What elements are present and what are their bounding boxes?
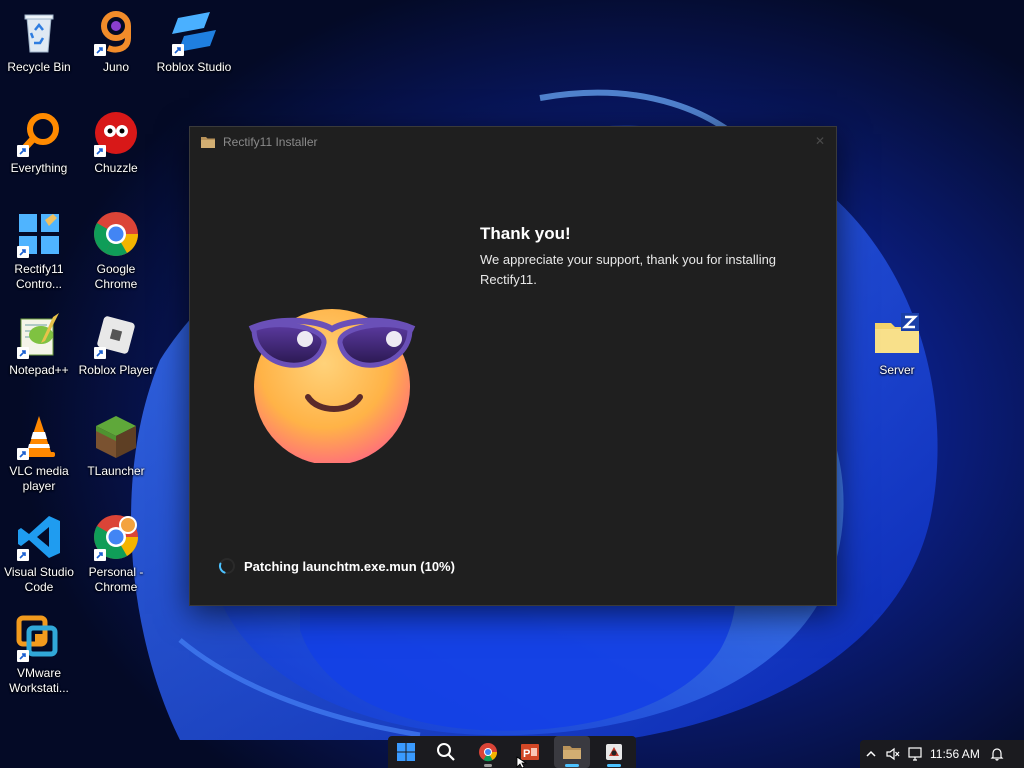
clock-time[interactable]: 11:56 AM <box>930 747 980 761</box>
desktop-icon-personal-chrome[interactable]: Personal - Chrome <box>78 513 154 595</box>
icon-label: Personal - Chrome <box>88 565 144 594</box>
notifications-button[interactable] <box>986 740 1008 768</box>
icon-label: Everything <box>10 161 68 175</box>
vmware-icon <box>15 614 63 662</box>
chrome-profile-icon <box>92 513 140 561</box>
support-message: We appreciate your support, thank you fo… <box>480 252 777 287</box>
desktop-icon-notepad-plus-plus[interactable]: Notepad++ <box>1 311 77 378</box>
shortcut-arrow-icon <box>17 145 29 157</box>
taskbar-center: P <box>388 736 636 768</box>
show-hidden-icons-button[interactable] <box>860 740 882 768</box>
icon-label: Juno <box>102 60 130 74</box>
shortcut-arrow-icon <box>94 347 106 359</box>
shortcut-arrow-icon <box>17 347 29 359</box>
icon-label: Google Chrome <box>94 262 138 291</box>
juno-icon <box>92 8 140 56</box>
everything-search-icon <box>15 109 63 157</box>
sunglasses-emoji-icon <box>248 309 416 463</box>
vlc-cone-icon <box>15 412 63 460</box>
shortcut-arrow-icon <box>94 44 106 56</box>
desktop-icon-rectify11-control[interactable]: Rectify11 Contro... <box>1 210 77 292</box>
icon-label: VLC media player <box>9 464 69 493</box>
shortcut-arrow-icon <box>94 145 106 157</box>
window-titlebar[interactable]: Rectify11 Installer <box>190 127 836 157</box>
installer-app-icon <box>201 137 215 148</box>
desktop-icon-tlauncher[interactable]: TLauncher <box>78 412 154 479</box>
volume-button[interactable] <box>882 740 904 768</box>
icon-label: Visual Studio Code <box>4 565 74 594</box>
desktop-icon-vlc[interactable]: VLC media player <box>1 412 77 494</box>
taskbar-chrome[interactable] <box>470 736 506 768</box>
icon-label: Notepad++ <box>9 363 69 377</box>
icon-label: TLauncher <box>87 464 145 478</box>
notepad-plus-plus-icon <box>15 311 63 359</box>
icon-label: Recycle Bin <box>7 60 71 74</box>
chrome-icon <box>92 210 140 258</box>
network-icon <box>908 747 922 761</box>
roblox-player-icon <box>92 311 140 359</box>
roblox-studio-icon <box>170 8 218 56</box>
app-icon <box>606 744 622 760</box>
icon-label: Roblox Studio <box>156 60 232 74</box>
shortcut-arrow-icon <box>172 44 184 56</box>
running-indicator <box>607 764 621 767</box>
system-tray: 11:56 AM <box>860 740 1024 768</box>
desktop-icon-vmware[interactable]: VMware Workstati... <box>1 614 77 696</box>
network-button[interactable] <box>904 740 926 768</box>
icon-label: Roblox Player <box>78 363 154 377</box>
progress-status-text: Patching launchtm.exe.mun (10%) <box>244 558 455 574</box>
chevron-up-icon <box>866 750 876 757</box>
shortcut-arrow-icon <box>17 650 29 662</box>
start-button[interactable] <box>388 736 424 768</box>
desktop-icon-vscode[interactable]: Visual Studio Code <box>1 513 77 595</box>
shortcut-arrow-icon <box>17 448 29 460</box>
taskbar-app[interactable] <box>596 736 632 768</box>
bell-icon <box>990 748 1004 761</box>
icon-label: Server <box>879 363 915 377</box>
recycle-bin-icon <box>15 8 63 56</box>
desktop-icon-google-chrome[interactable]: Google Chrome <box>78 210 154 292</box>
search-icon <box>437 743 455 761</box>
icon-label: Chuzzle <box>94 161 138 175</box>
desktop-icon-everything[interactable]: Everything <box>1 109 77 176</box>
installer-window: Rectify11 Installer ✕ Thank you! We appr… <box>189 126 837 606</box>
thank-you-heading: Thank you! <box>480 224 571 243</box>
mouse-cursor-icon <box>516 756 528 768</box>
icon-label: Rectify11 Contro... <box>14 262 64 291</box>
active-indicator <box>565 764 579 767</box>
window-title: Rectify11 Installer <box>223 135 318 149</box>
vscode-icon <box>15 513 63 561</box>
desktop-icon-roblox-studio[interactable]: Roblox Studio <box>156 8 232 75</box>
installer-icon <box>563 746 581 759</box>
zip-folder-icon <box>873 311 921 359</box>
running-indicator <box>484 764 492 767</box>
volume-muted-icon <box>886 747 900 761</box>
shortcut-arrow-icon <box>17 246 29 258</box>
loading-spinner-icon <box>219 558 235 574</box>
desktop-icon-server[interactable]: Server <box>859 311 935 378</box>
icon-label: VMware Workstati... <box>9 666 69 695</box>
desktop-icon-recycle-bin[interactable]: Recycle Bin <box>1 8 77 75</box>
start-icon <box>397 743 415 761</box>
progress-status: Patching launchtm.exe.mun (10%) <box>218 557 455 575</box>
shortcut-arrow-icon <box>17 549 29 561</box>
close-icon[interactable]: ✕ <box>812 133 828 149</box>
rectify11-control-icon <box>15 210 63 258</box>
shortcut-arrow-icon <box>94 549 106 561</box>
taskbar-installer[interactable] <box>554 736 590 768</box>
desktop-icon-juno[interactable]: Juno <box>78 8 154 75</box>
chuzzle-icon <box>92 109 140 157</box>
desktop-icon-roblox-player[interactable]: Roblox Player <box>78 311 154 378</box>
chrome-icon <box>479 743 498 762</box>
tlauncher-grass-block-icon <box>92 412 140 460</box>
search-button[interactable] <box>428 736 464 768</box>
desktop-icon-chuzzle[interactable]: Chuzzle <box>78 109 154 176</box>
